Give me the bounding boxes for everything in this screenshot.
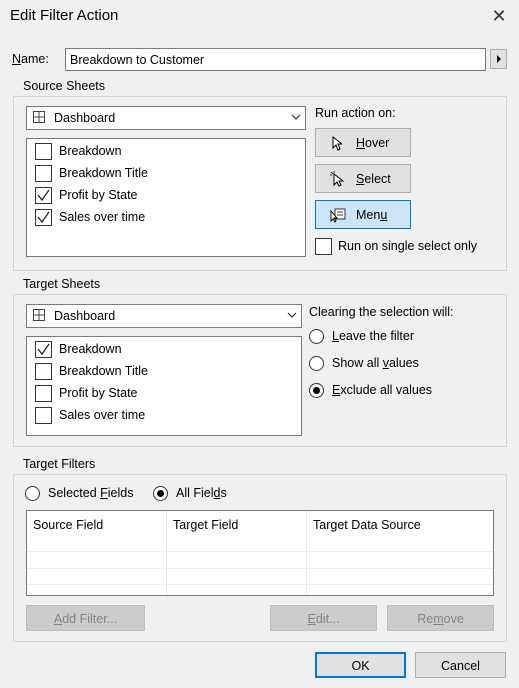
single-select-checkbox[interactable] <box>315 238 332 255</box>
dialog-title: Edit Filter Action <box>10 7 119 24</box>
source-dropdown-value: Dashboard <box>54 111 116 125</box>
select-button[interactable]: Select <box>315 164 411 193</box>
source-sheet-checkbox-breakdown-title[interactable] <box>35 165 52 182</box>
remove-button[interactable]: Remove <box>387 605 494 631</box>
name-label: Name: <box>12 52 49 66</box>
target-sheet-checkbox-breakdown-title[interactable] <box>35 363 52 380</box>
name-field[interactable]: Breakdown to Customer <box>65 48 486 71</box>
target-filters-table: Source Field Target Field Target Data So… <box>26 510 494 596</box>
name-menu-button[interactable] <box>490 49 507 69</box>
target-sheet-label: Breakdown Title <box>59 364 148 378</box>
ok-button[interactable]: OK <box>315 652 406 678</box>
all-fields-label: All Fields <box>176 486 227 500</box>
clearing-label: Clearing the selection will: <box>309 305 454 319</box>
source-sheet-checkbox-breakdown[interactable] <box>35 143 52 160</box>
show-all-values-radio[interactable] <box>309 356 324 371</box>
exclude-all-values-radio[interactable] <box>309 383 324 398</box>
source-sheet-checkbox-profit-by-state[interactable] <box>35 187 52 204</box>
leave-filter-radio[interactable] <box>309 329 324 344</box>
pointer-icon <box>332 136 342 151</box>
leave-filter-label: Leave the filter <box>332 329 414 343</box>
run-action-label: Run action on: <box>315 106 396 120</box>
target-sheet-checkbox-sales-over-time[interactable] <box>35 407 52 424</box>
hover-button[interactable]: Hover <box>315 128 411 157</box>
source-dashboard-dropdown[interactable]: Dashboard <box>26 106 306 130</box>
source-sheet-checkbox-sales-over-time[interactable] <box>35 209 52 226</box>
checkmark-icon <box>37 211 50 224</box>
source-sheets-label: Source Sheets <box>23 79 105 93</box>
menu-button[interactable]: Menu <box>315 200 411 229</box>
target-sheet-label: Breakdown <box>59 342 122 356</box>
cancel-button[interactable]: Cancel <box>415 652 506 678</box>
show-all-values-label: Show all values <box>332 356 419 370</box>
column-header-target-data-source[interactable]: Target Data Source <box>313 518 421 532</box>
add-filter-button[interactable]: Add Filter... <box>26 605 145 631</box>
source-sheet-label: Sales over time <box>59 210 146 224</box>
menu-icon <box>330 208 346 223</box>
source-sheet-label: Breakdown <box>59 144 122 158</box>
sheet-grid-icon <box>33 309 45 321</box>
sheet-grid-icon <box>33 111 45 123</box>
play-arrow-icon <box>497 55 501 63</box>
source-sheet-label: Breakdown Title <box>59 166 148 180</box>
edit-button[interactable]: Edit... <box>270 605 377 631</box>
column-header-target-field[interactable]: Target Field <box>173 518 238 532</box>
target-filters-label: Target Filters <box>23 457 96 471</box>
target-sheets-label: Target Sheets <box>23 277 101 291</box>
column-header-source-field[interactable]: Source Field <box>33 518 103 532</box>
close-icon[interactable]: ✕ <box>488 5 510 27</box>
target-dashboard-dropdown[interactable]: Dashboard <box>26 304 302 328</box>
name-field-value: Breakdown to Customer <box>70 53 205 67</box>
target-sheet-label: Sales over time <box>59 408 146 422</box>
target-sheet-checkbox-breakdown[interactable] <box>35 341 52 358</box>
selected-fields-label: Selected Fields <box>48 486 134 500</box>
source-sheet-label: Profit by State <box>59 188 138 202</box>
target-sheet-label: Profit by State <box>59 386 138 400</box>
chevron-down-icon <box>287 312 297 318</box>
checkmark-icon <box>37 189 50 202</box>
exclude-all-values-label: Exclude all values <box>332 383 433 397</box>
checkmark-icon <box>37 343 50 356</box>
single-select-label: Run on single select only <box>338 239 477 253</box>
target-sheet-checkbox-profit-by-state[interactable] <box>35 385 52 402</box>
target-dropdown-value: Dashboard <box>54 309 116 323</box>
chevron-down-icon <box>291 114 301 120</box>
select-pointer-icon <box>330 171 344 187</box>
selected-fields-radio[interactable] <box>25 486 40 501</box>
all-fields-radio[interactable] <box>153 486 168 501</box>
